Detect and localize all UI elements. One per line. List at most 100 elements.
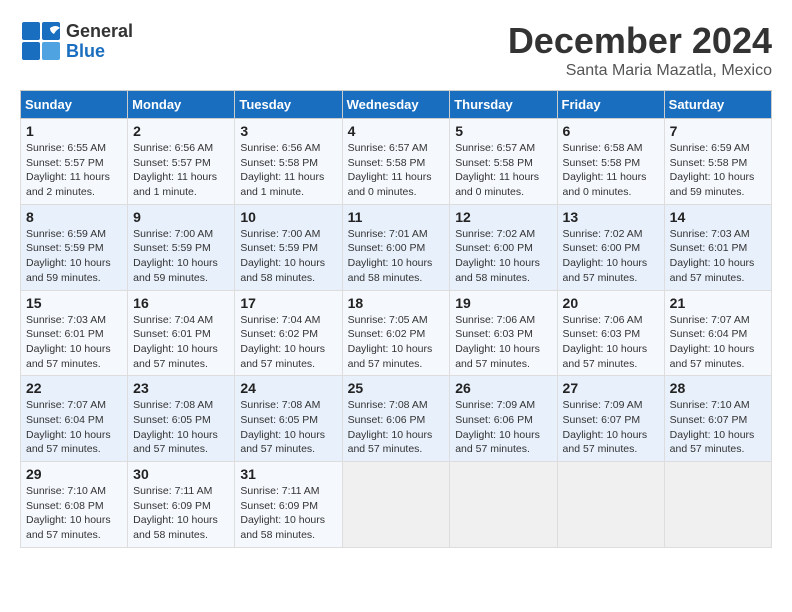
calendar-cell: 20 Sunrise: 7:06 AMSunset: 6:03 PMDayligh…	[557, 290, 664, 376]
day-info: Sunrise: 7:10 AMSunset: 6:07 PMDaylight:…	[670, 398, 766, 457]
day-number: 22	[26, 380, 122, 396]
day-number: 7	[670, 123, 766, 139]
day-number: 6	[563, 123, 659, 139]
day-info: Sunrise: 7:02 AMSunset: 6:00 PMDaylight:…	[455, 227, 551, 286]
day-number: 2	[133, 123, 229, 139]
calendar-cell: 31 Sunrise: 7:11 AMSunset: 6:09 PMDayligh…	[235, 462, 342, 548]
calendar-table: SundayMondayTuesdayWednesdayThursdayFrid…	[20, 90, 772, 548]
day-number: 28	[670, 380, 766, 396]
day-info: Sunrise: 7:03 AMSunset: 6:01 PMDaylight:…	[26, 313, 122, 372]
calendar-cell: 8 Sunrise: 6:59 AMSunset: 5:59 PMDaylight…	[21, 204, 128, 290]
day-number: 24	[240, 380, 336, 396]
day-info: Sunrise: 6:59 AMSunset: 5:58 PMDaylight:…	[670, 141, 766, 200]
day-info: Sunrise: 7:08 AMSunset: 6:05 PMDaylight:…	[133, 398, 229, 457]
day-number: 20	[563, 295, 659, 311]
day-info: Sunrise: 6:57 AMSunset: 5:58 PMDaylight:…	[455, 141, 551, 200]
day-number: 1	[26, 123, 122, 139]
calendar-cell: 13Sunrise: 7:02 AMSunset: 6:00 PMDayligh…	[557, 204, 664, 290]
day-number: 5	[455, 123, 551, 139]
calendar-cell: 25Sunrise: 7:08 AMSunset: 6:06 PMDayligh…	[342, 376, 450, 462]
day-info: Sunrise: 7:10 AMSunset: 6:08 PMDaylight:…	[26, 484, 122, 543]
calendar-cell: 15 Sunrise: 7:03 AMSunset: 6:01 PMDayligh…	[21, 290, 128, 376]
title-area: December 2024 Santa Maria Mazatla, Mexic…	[508, 20, 772, 80]
calendar-cell: 9Sunrise: 7:00 AMSunset: 5:59 PMDaylight…	[128, 204, 235, 290]
calendar-cell	[557, 462, 664, 548]
day-number: 31	[240, 466, 336, 482]
calendar-cell: 26 Sunrise: 7:09 AMSunset: 6:06 PMDayligh…	[450, 376, 557, 462]
calendar-cell: 16 Sunrise: 7:04 AMSunset: 6:01 PMDayligh…	[128, 290, 235, 376]
day-number: 8	[26, 209, 122, 225]
month-title: December 2024	[508, 20, 772, 62]
day-info: Sunrise: 7:06 AMSunset: 6:03 PMDaylight:…	[563, 313, 659, 372]
day-info: Sunrise: 7:05 AMSunset: 6:02 PMDaylight:…	[348, 313, 445, 372]
day-info: Sunrise: 7:11 AMSunset: 6:09 PMDaylight:…	[240, 484, 336, 543]
day-number: 12	[455, 209, 551, 225]
logo: General Blue	[20, 20, 133, 64]
day-number: 9	[133, 209, 229, 225]
day-info: Sunrise: 7:04 AMSunset: 6:02 PMDaylight:…	[240, 313, 336, 372]
calendar-cell: 10Sunrise: 7:00 AMSunset: 5:59 PMDayligh…	[235, 204, 342, 290]
calendar-cell: 2 Sunrise: 6:56 AMSunset: 5:57 PMDaylight…	[128, 119, 235, 205]
calendar-cell: 6 Sunrise: 6:58 AMSunset: 5:58 PMDaylight…	[557, 119, 664, 205]
calendar-cell: 23 Sunrise: 7:08 AMSunset: 6:05 PMDayligh…	[128, 376, 235, 462]
day-info: Sunrise: 6:59 AMSunset: 5:59 PMDaylight:…	[26, 227, 122, 286]
day-info: Sunrise: 7:00 AMSunset: 5:59 PMDaylight:…	[240, 227, 336, 286]
day-number: 4	[348, 123, 445, 139]
calendar-day-header: Tuesday	[235, 91, 342, 119]
day-number: 13	[563, 209, 659, 225]
page-header: General Blue December 2024 Santa Maria M…	[20, 20, 772, 80]
calendar-week-row: 8 Sunrise: 6:59 AMSunset: 5:59 PMDaylight…	[21, 204, 772, 290]
calendar-cell: 18 Sunrise: 7:05 AMSunset: 6:02 PMDayligh…	[342, 290, 450, 376]
day-info: Sunrise: 7:04 AMSunset: 6:01 PMDaylight:…	[133, 313, 229, 372]
day-info: Sunrise: 6:56 AMSunset: 5:57 PMDaylight:…	[133, 141, 229, 200]
day-info: Sunrise: 7:06 AMSunset: 6:03 PMDaylight:…	[455, 313, 551, 372]
day-number: 25	[348, 380, 445, 396]
calendar-cell: 12 Sunrise: 7:02 AMSunset: 6:00 PMDayligh…	[450, 204, 557, 290]
calendar-cell	[342, 462, 450, 548]
day-info: Sunrise: 7:11 AMSunset: 6:09 PMDaylight:…	[133, 484, 229, 543]
calendar-week-row: 22 Sunrise: 7:07 AMSunset: 6:04 PMDayligh…	[21, 376, 772, 462]
day-number: 15	[26, 295, 122, 311]
calendar-cell: 24 Sunrise: 7:08 AMSunset: 6:05 PMDayligh…	[235, 376, 342, 462]
day-number: 14	[670, 209, 766, 225]
day-info: Sunrise: 6:58 AMSunset: 5:58 PMDaylight:…	[563, 141, 659, 200]
logo-general: General	[66, 22, 133, 42]
calendar-cell: 5 Sunrise: 6:57 AMSunset: 5:58 PMDaylight…	[450, 119, 557, 205]
calendar-day-header: Thursday	[450, 91, 557, 119]
calendar-day-header: Saturday	[664, 91, 771, 119]
day-info: Sunrise: 7:03 AMSunset: 6:01 PMDaylight:…	[670, 227, 766, 286]
calendar-cell: 21 Sunrise: 7:07 AMSunset: 6:04 PMDayligh…	[664, 290, 771, 376]
day-info: Sunrise: 6:55 AMSunset: 5:57 PMDaylight:…	[26, 141, 122, 200]
day-number: 27	[563, 380, 659, 396]
day-number: 17	[240, 295, 336, 311]
calendar-day-header: Monday	[128, 91, 235, 119]
day-info: Sunrise: 6:56 AMSunset: 5:58 PMDaylight:…	[240, 141, 336, 200]
day-number: 18	[348, 295, 445, 311]
day-info: Sunrise: 6:57 AMSunset: 5:58 PMDaylight:…	[348, 141, 445, 200]
day-number: 23	[133, 380, 229, 396]
calendar-cell: 3Sunrise: 6:56 AMSunset: 5:58 PMDaylight…	[235, 119, 342, 205]
location-title: Santa Maria Mazatla, Mexico	[508, 62, 772, 80]
day-info: Sunrise: 7:09 AMSunset: 6:07 PMDaylight:…	[563, 398, 659, 457]
day-number: 26	[455, 380, 551, 396]
day-info: Sunrise: 7:09 AMSunset: 6:06 PMDaylight:…	[455, 398, 551, 457]
day-number: 11	[348, 209, 445, 225]
day-info: Sunrise: 7:07 AMSunset: 6:04 PMDaylight:…	[26, 398, 122, 457]
calendar-cell: 30Sunrise: 7:11 AMSunset: 6:09 PMDayligh…	[128, 462, 235, 548]
day-info: Sunrise: 7:08 AMSunset: 6:05 PMDaylight:…	[240, 398, 336, 457]
day-number: 16	[133, 295, 229, 311]
day-info: Sunrise: 7:01 AMSunset: 6:00 PMDaylight:…	[348, 227, 445, 286]
calendar-cell: 28 Sunrise: 7:10 AMSunset: 6:07 PMDayligh…	[664, 376, 771, 462]
calendar-cell: 14 Sunrise: 7:03 AMSunset: 6:01 PMDayligh…	[664, 204, 771, 290]
calendar-header-row: SundayMondayTuesdayWednesdayThursdayFrid…	[21, 91, 772, 119]
calendar-day-header: Wednesday	[342, 91, 450, 119]
calendar-cell: 19Sunrise: 7:06 AMSunset: 6:03 PMDayligh…	[450, 290, 557, 376]
calendar-cell: 4 Sunrise: 6:57 AMSunset: 5:58 PMDaylight…	[342, 119, 450, 205]
day-info: Sunrise: 7:07 AMSunset: 6:04 PMDaylight:…	[670, 313, 766, 372]
logo-blue: Blue	[66, 42, 133, 62]
calendar-week-row: 29Sunrise: 7:10 AMSunset: 6:08 PMDayligh…	[21, 462, 772, 548]
calendar-cell: 11 Sunrise: 7:01 AMSunset: 6:00 PMDayligh…	[342, 204, 450, 290]
calendar-week-row: 15 Sunrise: 7:03 AMSunset: 6:01 PMDayligh…	[21, 290, 772, 376]
day-number: 21	[670, 295, 766, 311]
calendar-cell: 7 Sunrise: 6:59 AMSunset: 5:58 PMDaylight…	[664, 119, 771, 205]
